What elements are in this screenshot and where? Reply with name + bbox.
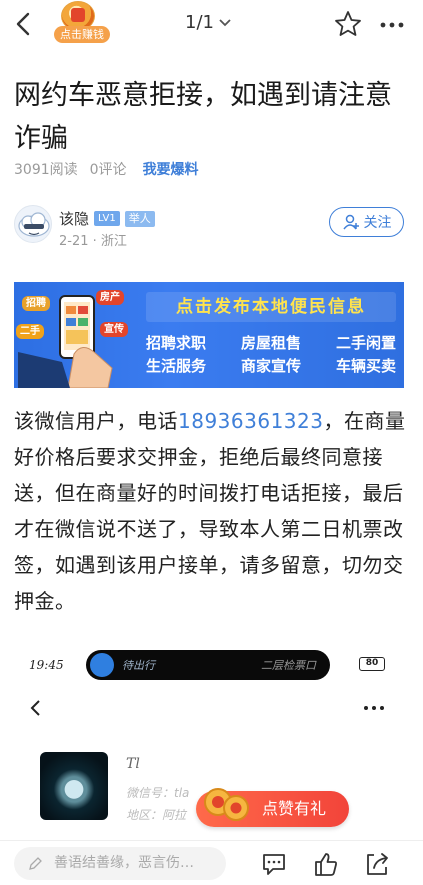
banner-row: 招聘求职 房屋租售 二手闲置 <box>146 332 396 353</box>
banner-chip: 二手 <box>16 324 44 339</box>
pill-location-text: 二层检票口 <box>261 659 316 672</box>
banner-headline: 点击发布本地便民信息 <box>146 292 396 322</box>
banner-chip: 宣传 <box>100 322 128 337</box>
author-avatar[interactable] <box>14 205 52 243</box>
contact-name: Tl <box>126 756 140 772</box>
local-info-banner[interactable]: 招聘 房产 二手 宣传 点击发布本地便民信息 招聘求职 房屋租售 二手闲置 生活… <box>14 282 404 388</box>
follow-button[interactable]: 关注 <box>329 207 404 237</box>
article-body: 该微信用户，电话18936361323，在商量好价格后要求交押金，拒绝后最终同意… <box>14 403 409 619</box>
comment-count: 0评论 <box>89 162 127 178</box>
screenshot-status-pill: 待出行 二层检票口 <box>86 650 330 680</box>
thumbs-up-icon[interactable] <box>311 849 341 879</box>
comment-input[interactable]: 善语结善缘，恶言伤… <box>14 847 226 880</box>
pager-text: 1/1 <box>185 12 214 33</box>
banner-item: 房屋租售 <box>240 334 301 352</box>
back-arrow-icon[interactable] <box>6 6 42 42</box>
banner-item: 二手闲置 <box>335 334 396 352</box>
body-text-part: 该微信用户，电话 <box>14 409 178 433</box>
banner-chip: 房产 <box>96 290 124 305</box>
top-bar: 点击赚钱 1/1 <box>0 0 423 50</box>
more-icon <box>364 706 384 710</box>
banner-row: 生活服务 商家宣传 车辆买卖 <box>146 355 396 376</box>
pill-status-text: 待出行 <box>122 659 155 672</box>
author-info: 该隐 LV1 举人 <box>59 208 155 229</box>
body-text-part: ，在商量好价格后要求交押金，拒绝后最终同意接送，但在商量好的时间拨打电话拒接，最… <box>14 409 406 613</box>
phone-link[interactable]: 18936361323 <box>178 409 323 433</box>
badge-label: 点击赚钱 <box>54 26 110 43</box>
back-arrow-icon <box>30 700 40 716</box>
banner-chip: 招聘 <box>22 296 50 311</box>
share-icon[interactable] <box>362 849 392 879</box>
contact-avatar <box>40 752 108 820</box>
banner-item: 商家宣传 <box>240 357 301 375</box>
app-logo-icon <box>90 653 114 677</box>
tip-link[interactable]: 我要爆料 <box>143 159 199 179</box>
banner-text: 点击发布本地便民信息 招聘求职 房屋租售 二手闲置 生活服务 商家宣传 车辆买卖 <box>134 282 404 388</box>
cloud-avatar-icon <box>18 212 50 237</box>
pen-icon <box>29 857 42 870</box>
earn-money-badge[interactable]: 点击赚钱 <box>52 0 112 46</box>
rank-badge: 举人 <box>124 210 155 227</box>
contact-area: 地区：阿拉 <box>126 808 187 822</box>
banner-item: 招聘求职 <box>146 334 207 352</box>
page-selector[interactable]: 1/1 <box>185 12 232 33</box>
banner-item: 生活服务 <box>146 357 207 375</box>
level-badge: LV1 <box>94 211 120 226</box>
author-date-location: 2-21 · 浙江 <box>59 234 127 249</box>
chevron-down-icon <box>219 18 231 26</box>
comment-icon[interactable] <box>259 849 289 879</box>
envelope-icon <box>71 8 85 22</box>
add-user-icon <box>342 214 359 230</box>
battery-icon: 80 <box>359 657 385 671</box>
bottom-bar: 善语结善缘，恶言伤… <box>0 840 423 885</box>
star-icon[interactable] <box>332 8 364 40</box>
read-count: 3091阅读 <box>14 162 78 178</box>
contact-wechat-id: 微信号：tla <box>126 786 190 800</box>
author-name[interactable]: 该隐 <box>59 208 89 229</box>
more-icon[interactable] <box>376 8 408 40</box>
gold-coins-icon <box>204 788 249 821</box>
screenshot-time: 19:45 <box>29 658 64 672</box>
article-meta: 3091阅读 0评论 我要爆料 <box>14 159 199 179</box>
article-title: 网约车恶意拒接，如遇到请注意诈骗 <box>14 80 392 154</box>
follow-label: 关注 <box>363 215 392 231</box>
banner-item: 车辆买卖 <box>335 357 396 375</box>
